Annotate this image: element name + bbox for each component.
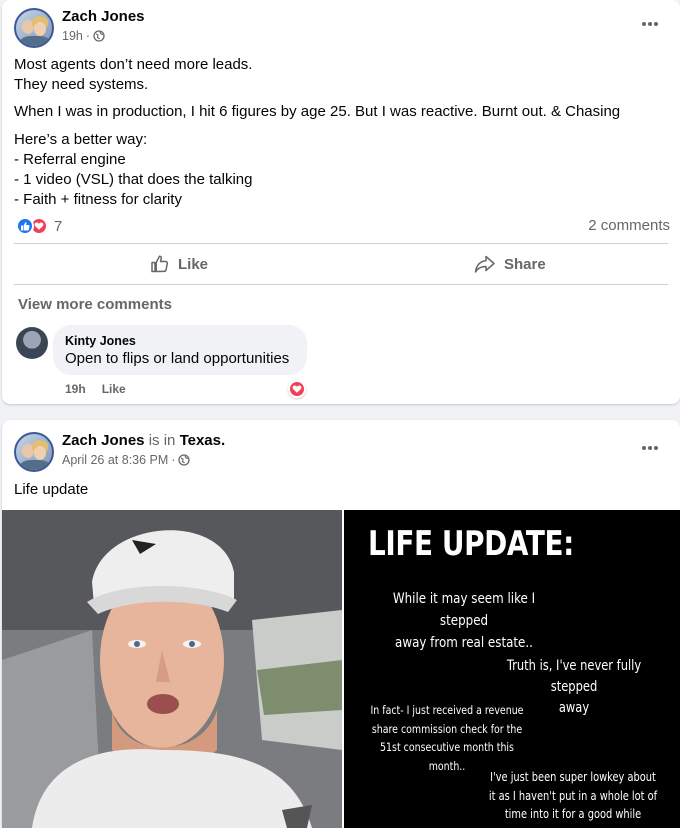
post-meta: 19h · [62, 29, 105, 43]
post-card: Zach Jones 19h · Most agents don’t need … [2, 0, 680, 404]
post-text-line: They need systems. [14, 76, 149, 93]
like-button[interactable]: Like [150, 252, 208, 276]
post-text-line: - Referral engine [14, 151, 126, 168]
comment-meta: 19h Like [65, 382, 126, 396]
image-text-paragraph: While it may seem like I stepped away fr… [392, 591, 536, 651]
post-text-line: - 1 video (VSL) that does the talking [14, 171, 253, 188]
like-label: Like [178, 255, 209, 273]
author-name[interactable]: Zach Jones [62, 8, 145, 25]
man-in-car-image [2, 510, 342, 828]
post-meta: April 26 at 8:36 PM · [62, 453, 191, 467]
globe-icon [93, 30, 105, 42]
commenter-avatar[interactable] [16, 327, 48, 359]
post-text: Life update [14, 481, 89, 498]
image-text-paragraph: In fact- I just received a revenue share… [370, 703, 524, 773]
comment-time[interactable]: 19h [65, 382, 86, 396]
author-avatar[interactable] [14, 8, 54, 48]
post-text-line: Most agents don’t need more leads. [14, 56, 253, 73]
post-photo-life-update-text[interactable]: LIFE UPDATE: While it may seem like I st… [344, 510, 680, 828]
author-line: Zach Jones is in Texas. [62, 432, 225, 449]
share-icon [474, 255, 495, 273]
share-label: Share [504, 255, 546, 273]
comment-like-button[interactable]: Like [102, 382, 126, 396]
share-button[interactable]: Share [474, 252, 546, 276]
post-text-line: When I was in production, I hit 6 figure… [14, 103, 621, 120]
comment-bubble: Kinty Jones Open to flips or land opport… [53, 325, 307, 375]
like-reaction-icon [16, 217, 34, 235]
post-text-line: Here’s a better way: [14, 131, 148, 148]
divider [14, 284, 668, 285]
commenter-name[interactable]: Kinty Jones [65, 333, 295, 349]
divider [14, 243, 668, 244]
post-time[interactable]: April 26 at 8:36 PM [62, 453, 168, 467]
author-avatar[interactable] [14, 432, 54, 472]
post-time[interactable]: 19h [62, 29, 83, 43]
view-more-comments-link[interactable]: View more comments [18, 296, 172, 313]
image-text-paragraph: I've just been super lowkey about it as … [488, 770, 658, 821]
post-card: Zach Jones is in Texas. April 26 at 8:36… [2, 420, 680, 828]
more-options-icon[interactable] [638, 12, 662, 36]
post-photo-selfie[interactable] [2, 510, 342, 828]
reaction-count: 7 [54, 217, 63, 235]
more-options-icon[interactable] [638, 436, 662, 460]
post-text-line: - Faith + fitness for clarity [14, 191, 182, 208]
reaction-summary[interactable]: 7 [16, 217, 62, 235]
image-title: LIFE UPDATE: [368, 524, 574, 564]
globe-icon [178, 454, 191, 466]
comment-text: Open to flips or land opportunities [65, 350, 290, 367]
thumbs-up-icon [151, 255, 169, 273]
comment-love-reaction-icon[interactable] [288, 380, 306, 398]
is-in-text: is in [148, 432, 176, 449]
location-link[interactable]: Texas. [180, 432, 226, 449]
author-name[interactable]: Zach Jones [62, 432, 145, 449]
comments-count[interactable]: 2 comments [588, 217, 670, 234]
